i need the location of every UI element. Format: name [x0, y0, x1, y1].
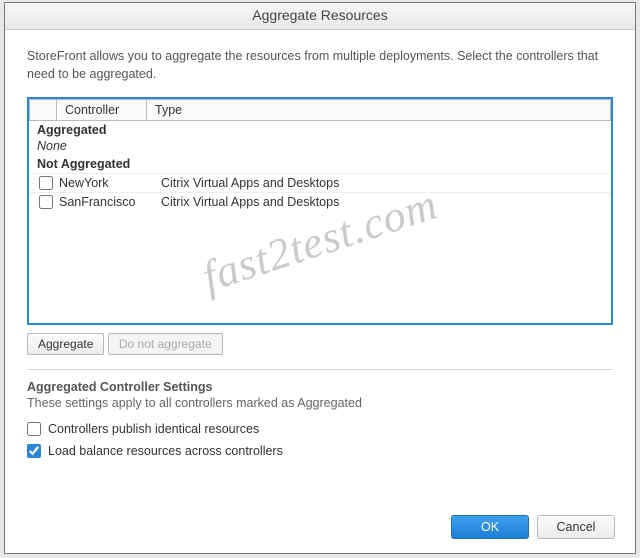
separator: [27, 369, 613, 370]
do-not-aggregate-button: Do not aggregate: [108, 333, 223, 355]
column-controller: Controller: [57, 99, 147, 121]
controllers-table: Controller Type Aggregated None Not Aggr…: [27, 97, 613, 325]
description-text: StoreFront allows you to aggregate the r…: [27, 48, 613, 83]
ok-button[interactable]: OK: [451, 515, 529, 539]
settings-subtitle: These settings apply to all controllers …: [27, 396, 613, 410]
aggregate-button-row: Aggregate Do not aggregate: [27, 333, 613, 355]
row-checkbox[interactable]: [39, 195, 53, 209]
row-type: Citrix Virtual Apps and Desktops: [157, 195, 605, 209]
load-balance-checkbox[interactable]: [27, 444, 41, 458]
group-aggregated: Aggregated: [29, 121, 611, 139]
load-balance-label: Load balance resources across controller…: [48, 444, 283, 458]
row-type: Citrix Virtual Apps and Desktops: [157, 176, 605, 190]
column-checkbox: [29, 99, 57, 121]
aggregated-none: None: [29, 139, 611, 155]
settings-title: Aggregated Controller Settings: [27, 380, 613, 394]
dialog-content: StoreFront allows you to aggregate the r…: [5, 30, 635, 505]
row-controller: NewYork: [57, 176, 157, 190]
publish-identical-checkbox[interactable]: [27, 422, 41, 436]
dialog-window: Aggregate Resources StoreFront allows yo…: [4, 2, 636, 554]
table-row[interactable]: SanFrancisco Citrix Virtual Apps and Des…: [29, 192, 611, 211]
column-type: Type: [147, 99, 611, 121]
row-checkbox[interactable]: [39, 176, 53, 190]
publish-identical-label: Controllers publish identical resources: [48, 422, 259, 436]
group-not-aggregated: Not Aggregated: [29, 155, 611, 173]
table-row[interactable]: NewYork Citrix Virtual Apps and Desktops: [29, 173, 611, 192]
window-title: Aggregate Resources: [252, 7, 387, 23]
row-controller: SanFrancisco: [57, 195, 157, 209]
dialog-footer: OK Cancel: [5, 505, 635, 553]
cancel-button[interactable]: Cancel: [537, 515, 615, 539]
load-balance-option[interactable]: Load balance resources across controller…: [27, 444, 613, 458]
aggregate-button[interactable]: Aggregate: [27, 333, 104, 355]
table-header: Controller Type: [29, 99, 611, 121]
title-bar: Aggregate Resources: [5, 2, 635, 30]
publish-identical-option[interactable]: Controllers publish identical resources: [27, 422, 613, 436]
